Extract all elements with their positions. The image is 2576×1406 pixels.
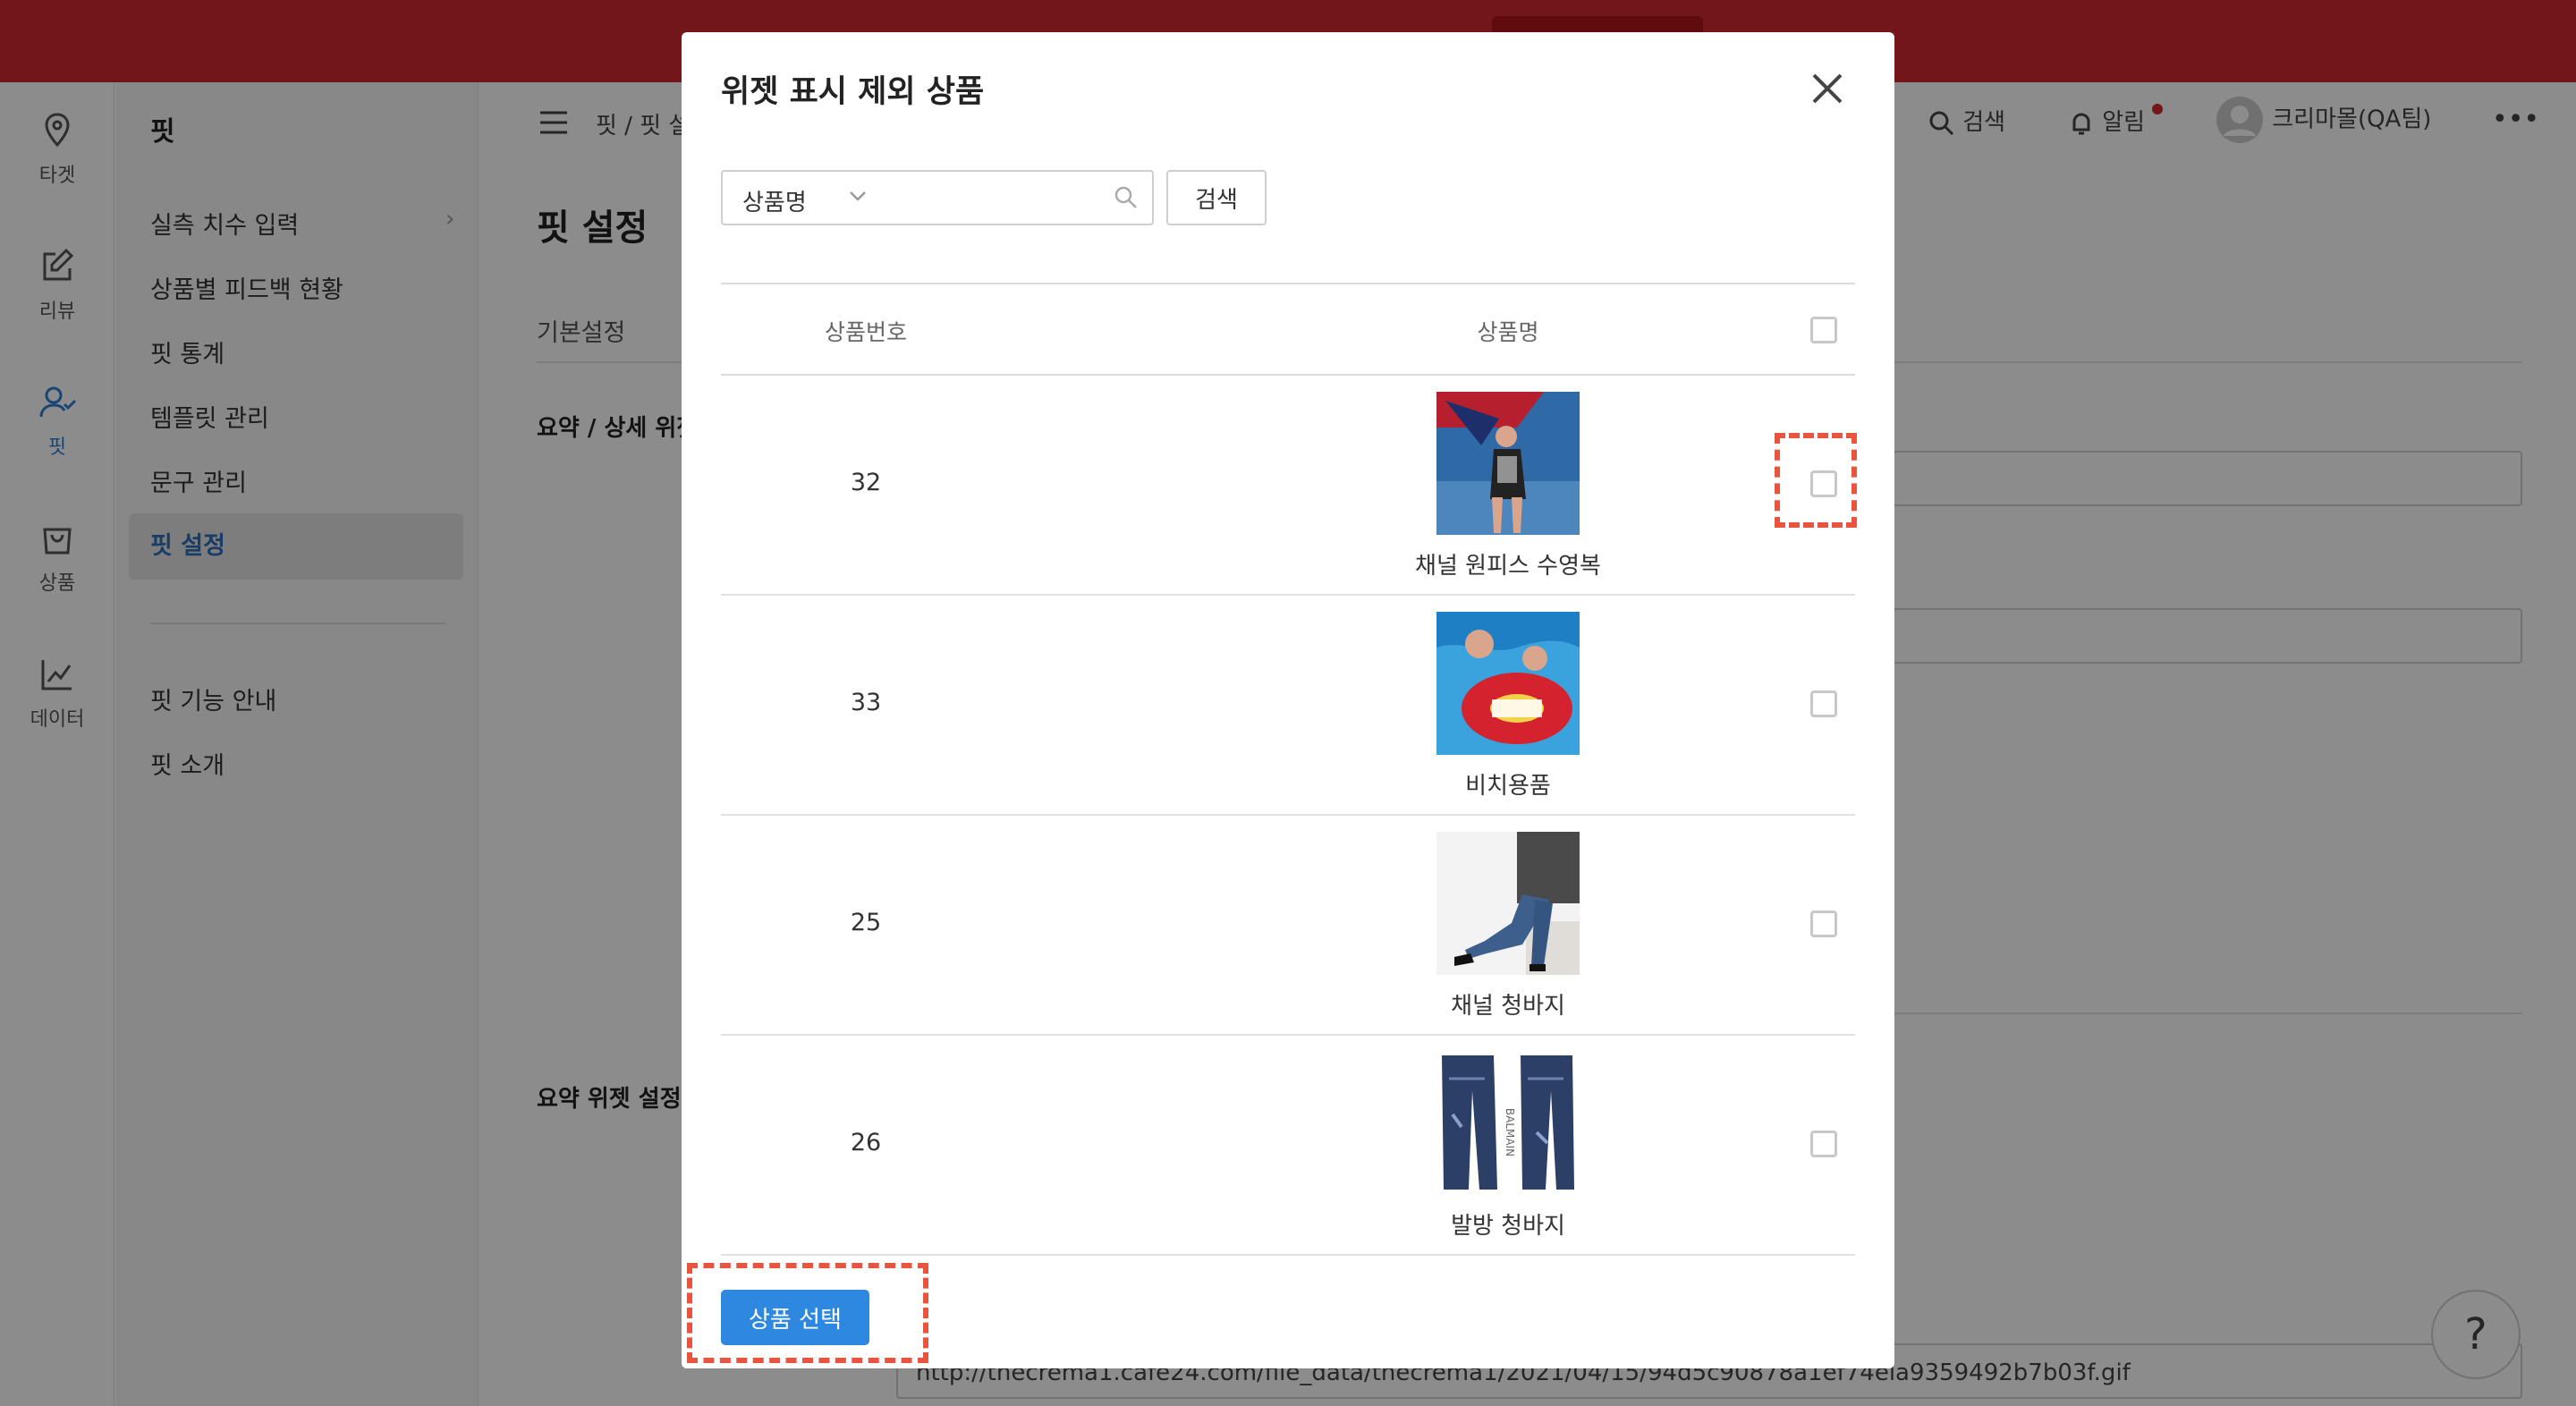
product-name: 발방 청바지	[1451, 1213, 1565, 1240]
table-row: 26 BALMAIN 발방 청바지	[721, 1036, 1855, 1256]
column-product-name: 상품명	[1477, 319, 1539, 345]
product-id: 32	[850, 469, 882, 496]
product-id: 25	[850, 909, 882, 936]
highlight-select-button	[687, 1263, 928, 1363]
search-icon	[1114, 186, 1137, 208]
column-product-id: 상품번호	[824, 319, 907, 345]
row-checkbox[interactable]	[1810, 690, 1837, 717]
table-row: 33 비치용품	[721, 596, 1855, 816]
table-row: 32 채널 원피스 수영복	[721, 376, 1855, 596]
product-name: 채널 원피스 수영복	[1415, 553, 1601, 580]
jeans-photo: BALMAIN	[1436, 1052, 1580, 1195]
search-field-select[interactable]: 상품명	[721, 170, 886, 225]
select-all-checkbox[interactable]	[1810, 317, 1837, 343]
swimsuit-photo	[1436, 392, 1580, 535]
search-button[interactable]: 검색	[1166, 170, 1267, 225]
product-name: 채널 청바지	[1451, 993, 1565, 1020]
modal-title: 위젯 표시 제외 상품	[721, 74, 985, 110]
chevron-down-icon	[850, 191, 866, 201]
row-checkbox[interactable]	[1810, 1131, 1837, 1157]
jeans-model-photo	[1436, 832, 1580, 975]
table-row: 25 채널 청바지	[721, 816, 1855, 1036]
exclude-products-modal: 위젯 표시 제외 상품 상품명 검색 상품번호 상품명 32 채널 원피스 수영…	[682, 32, 1894, 1368]
table-header: 상품번호 상품명	[721, 283, 1855, 376]
product-name: 비치용품	[1465, 773, 1551, 800]
search-field-select-value: 상품명	[742, 190, 807, 216]
highlight-checkbox	[1775, 433, 1857, 528]
close-icon[interactable]	[1805, 66, 1850, 111]
product-id: 26	[850, 1129, 882, 1156]
jeans-label: BALMAIN	[1504, 1108, 1516, 1156]
row-checkbox[interactable]	[1810, 911, 1837, 937]
beach-float-photo	[1436, 612, 1580, 755]
product-id: 33	[850, 689, 882, 716]
